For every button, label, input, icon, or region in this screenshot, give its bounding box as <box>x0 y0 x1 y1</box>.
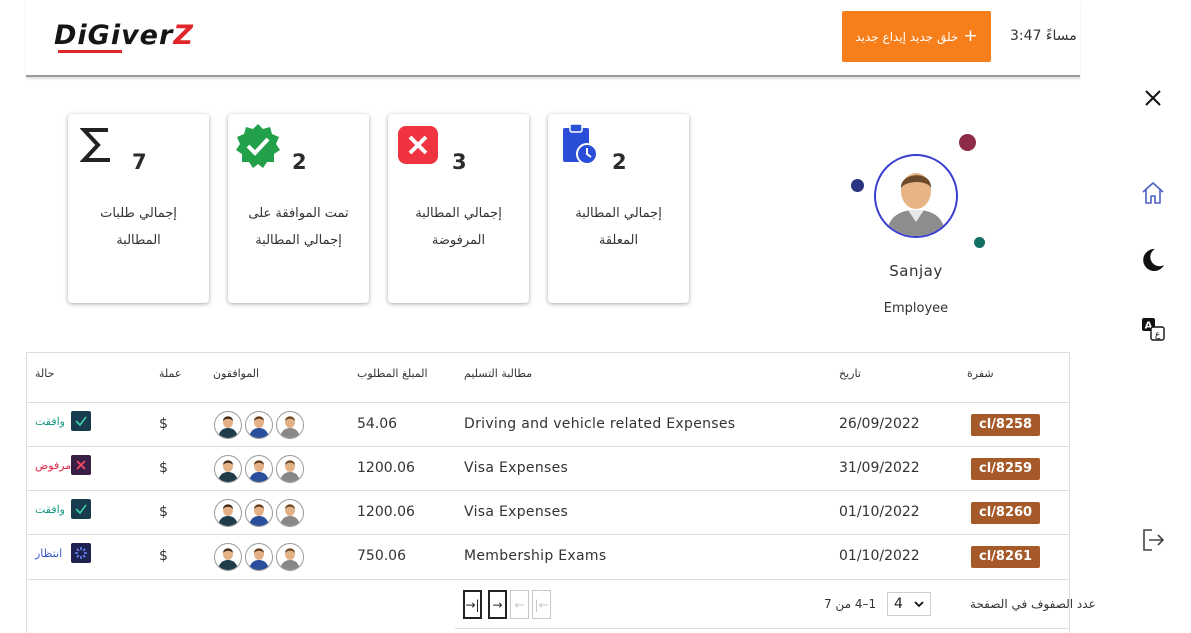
stat-card-total[interactable]: 7 إجمالي طلبات المطالبة <box>68 114 209 303</box>
approver-avatar[interactable] <box>276 411 304 439</box>
header-date[interactable]: تاريخ <box>839 367 861 380</box>
chevron-down-icon <box>914 596 924 612</box>
claim-amount: 750.06 <box>357 548 406 564</box>
approver-avatar[interactable] <box>276 455 304 483</box>
claim-date: 01/10/2022 <box>839 548 920 564</box>
approver-avatar[interactable] <box>214 499 242 527</box>
claim-date: 01/10/2022 <box>839 504 920 520</box>
claim-amount: 54.06 <box>357 416 398 432</box>
claim-code-badge[interactable]: cl/8259 <box>971 458 1041 480</box>
profile-role: Employee <box>883 301 949 316</box>
profile-name: Sanjay <box>889 262 943 280</box>
approver-avatar[interactable] <box>245 411 273 439</box>
table-row[interactable]: cl/8261 01/10/2022 Membership Exams 750.06 $… <box>27 534 1069 578</box>
close-icon[interactable] <box>1140 85 1166 111</box>
header-status[interactable]: حالة <box>35 367 54 380</box>
claim-currency: $ <box>159 416 168 432</box>
rows-per-page-label: عدد الصفوف في الصفحة <box>970 597 1096 611</box>
status-approved-icon[interactable] <box>71 411 91 431</box>
claim-currency: $ <box>159 504 168 520</box>
logout-icon[interactable] <box>1140 527 1166 553</box>
table-row[interactable]: cl/8260 01/10/2022 Visa Expenses 1200.06 $ وا… <box>27 490 1069 534</box>
decor-dot <box>959 134 976 151</box>
top-header: DiGiverZ + خلق جديد إيداع جديد مساءً 3:4… <box>26 0 1080 77</box>
approver-avatar[interactable] <box>276 543 304 571</box>
stat-label: إجمالي المطالبة المرفوضة <box>415 206 502 248</box>
create-deposit-button[interactable]: + خلق جديد إيداع جديد <box>842 11 991 62</box>
brand-logo[interactable]: DiGiverZ <box>54 20 194 53</box>
dark-mode-icon[interactable] <box>1140 247 1166 273</box>
decor-dot <box>974 237 985 248</box>
approver-avatar[interactable] <box>214 411 242 439</box>
claim-amount: 1200.06 <box>357 460 415 476</box>
table-row[interactable]: cl/8259 31/09/2022 Visa Expenses 1200.06 $ مر… <box>27 446 1069 490</box>
claim-status: وافقت <box>35 503 65 516</box>
approver-avatar[interactable] <box>276 499 304 527</box>
approver-avatar[interactable] <box>245 499 273 527</box>
claim-status: وافقت <box>35 415 65 428</box>
plus-icon: + <box>963 26 978 46</box>
claim-code-badge[interactable]: cl/8258 <box>971 414 1041 436</box>
stat-label: تمت الموافقة على إجمالي المطالبة <box>248 206 349 248</box>
claim-amount: 1200.06 <box>357 504 415 520</box>
approver-avatar[interactable] <box>214 543 242 571</box>
approver-avatar[interactable] <box>245 455 273 483</box>
rows-per-page-select[interactable]: 4 <box>887 592 931 616</box>
claim-status: مرفوض <box>35 459 72 472</box>
profile-avatar[interactable] <box>874 154 958 238</box>
approver-avatar[interactable] <box>214 455 242 483</box>
header-amount[interactable]: المبلغ المطلوب <box>357 367 428 380</box>
first-page-icon[interactable]: |← <box>532 590 551 619</box>
page-range-text: 1–4 من 7 <box>824 597 877 611</box>
approver-avatar[interactable] <box>245 543 273 571</box>
claim-status: انتظار <box>35 547 63 560</box>
claims-table: شفرة تاريخ مطالبة التسليم المبلغ المطلوب… <box>26 352 1096 633</box>
pending-clipboard-icon <box>560 122 600 165</box>
rows-per-page-value: 4 <box>894 596 903 612</box>
claim-title: Visa Expenses <box>464 460 569 476</box>
table-pagination: عدد الصفوف في الصفحة 4 1–4 من 7 →| → ← |… <box>27 579 1096 633</box>
status-approved-icon[interactable] <box>71 499 91 519</box>
last-page-icon[interactable]: →| <box>463 590 482 619</box>
stat-count: 2 <box>292 150 307 174</box>
claim-date: 26/09/2022 <box>839 416 920 432</box>
header-claim[interactable]: مطالبة التسليم <box>464 367 532 380</box>
divider <box>455 628 1069 629</box>
create-deposit-label: خلق جديد إيداع جديد <box>855 29 959 44</box>
previous-page-icon[interactable]: ← <box>510 590 529 619</box>
stat-card-rejected[interactable]: 3 إجمالي المطالبة المرفوضة <box>388 114 529 303</box>
approved-badge-icon <box>234 122 282 170</box>
stat-card-approved[interactable]: 2 تمت الموافقة على إجمالي المطالبة <box>228 114 369 303</box>
claim-code-badge[interactable]: cl/8260 <box>971 502 1041 524</box>
header-code[interactable]: شفرة <box>967 367 994 380</box>
decor-dot <box>851 179 864 192</box>
next-page-icon[interactable]: → <box>488 590 507 619</box>
header-approvers[interactable]: الموافقون <box>213 367 259 380</box>
status-pending-icon[interactable] <box>71 543 91 563</box>
home-icon[interactable] <box>1140 180 1166 206</box>
stat-count: 3 <box>452 150 467 174</box>
stat-label: إجمالي المطالبة المعلقة <box>575 206 662 248</box>
claims-dashboard: DiGiverZ + خلق جديد إيداع جديد مساءً 3:4… <box>0 0 1191 633</box>
claim-code-badge[interactable]: cl/8261 <box>971 546 1041 568</box>
stat-label: إجمالي طلبات المطالبة <box>100 206 177 248</box>
claim-title: Driving and vehicle related Expenses <box>464 416 736 432</box>
sigma-icon <box>79 124 120 164</box>
table-row[interactable]: cl/8258 26/09/2022 Driving and vehicle rel… <box>27 402 1069 446</box>
rejected-icon <box>398 126 438 166</box>
claim-currency: $ <box>159 460 168 476</box>
stat-count: 2 <box>612 150 627 174</box>
claim-currency: $ <box>159 548 168 564</box>
claim-date: 31/09/2022 <box>839 460 920 476</box>
svg-text:ع: ع <box>1155 330 1161 340</box>
status-rejected-icon[interactable] <box>71 455 91 475</box>
clock-text: مساءً 3:47 <box>1010 28 1077 44</box>
stat-count: 7 <box>132 150 147 174</box>
stat-card-pending[interactable]: 2 إجمالي المطالبة المعلقة <box>548 114 689 303</box>
claim-title: Membership Exams <box>464 548 607 564</box>
translate-icon[interactable]: Aع <box>1140 316 1166 342</box>
claim-title: Visa Expenses <box>464 504 569 520</box>
header-currency[interactable]: عملة <box>159 367 181 380</box>
